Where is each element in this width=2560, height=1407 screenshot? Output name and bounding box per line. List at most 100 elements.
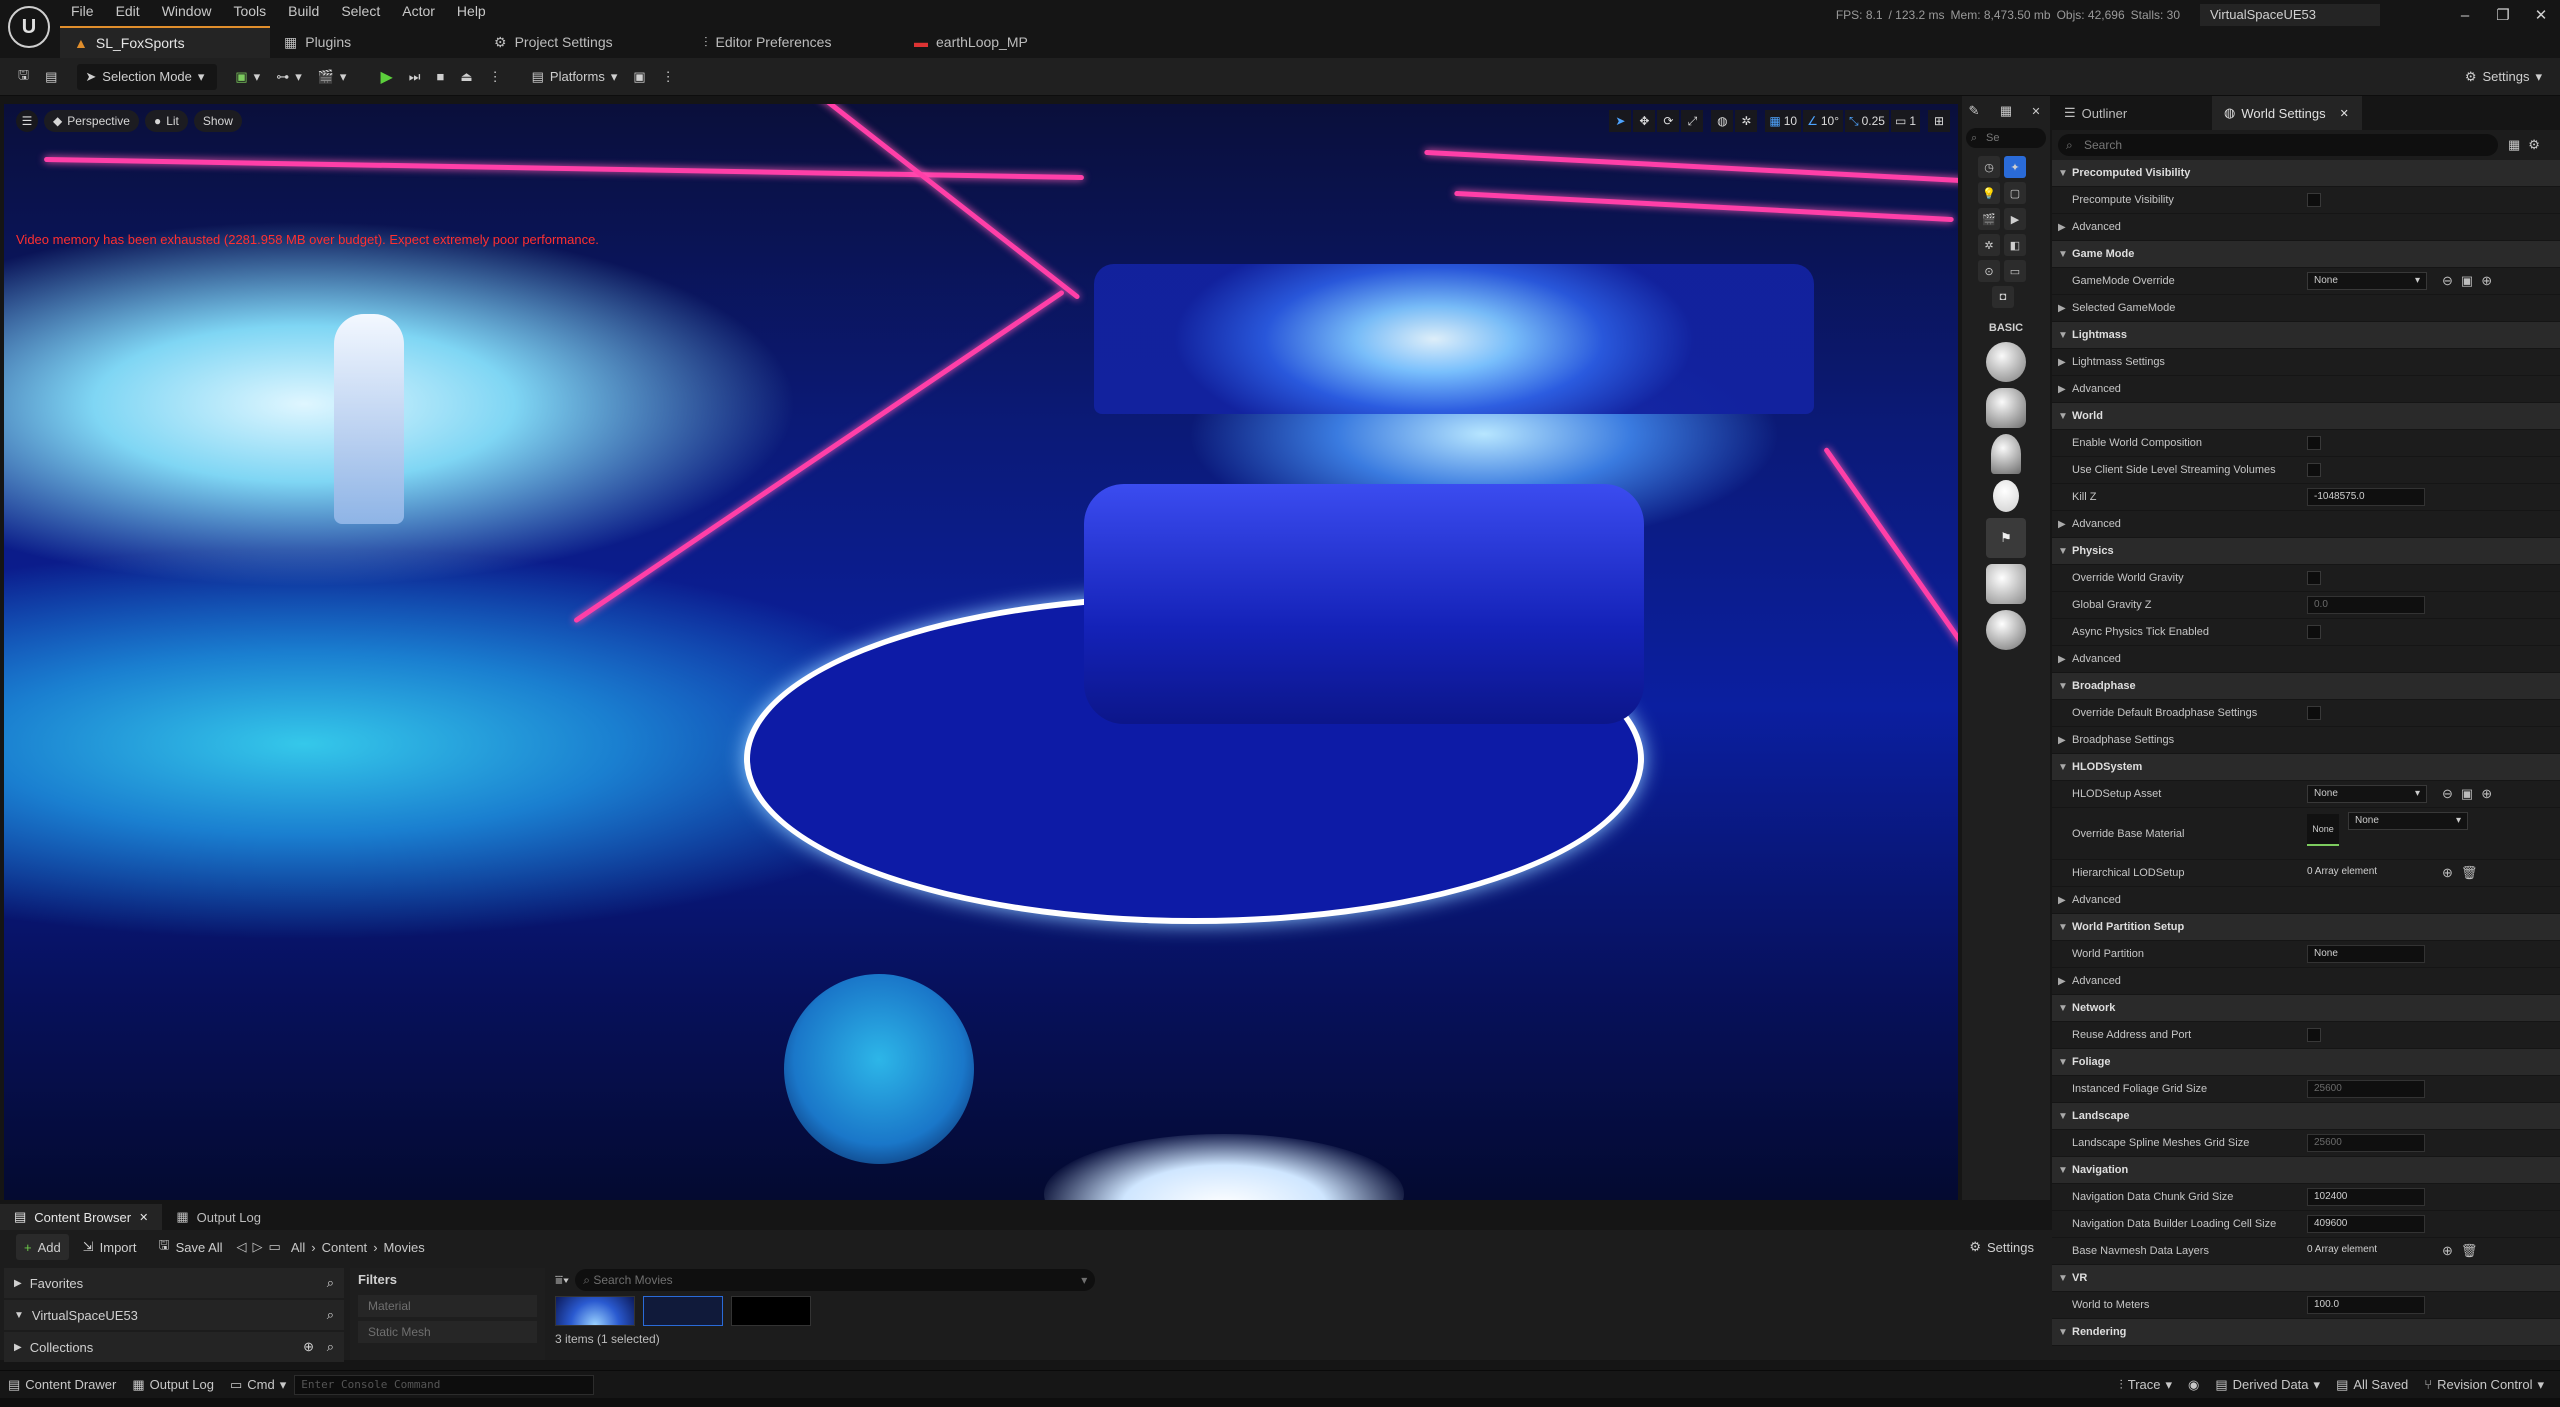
derived-data-button[interactable]: ▤ Derived Data ▾ bbox=[2207, 1371, 2328, 1399]
tab-sl-foxsports[interactable]: ▲ SL_FoxSports bbox=[60, 26, 270, 58]
material-dropdown[interactable]: None bbox=[2348, 812, 2468, 830]
revision-control-button[interactable]: ⑂ Revision Control ▾ bbox=[2416, 1371, 2552, 1399]
box-icon[interactable]: ▭ bbox=[2004, 260, 2026, 282]
table-view-icon[interactable]: ▦ bbox=[2508, 137, 2520, 153]
launch-icon[interactable]: ▣ bbox=[625, 64, 653, 90]
basic-icon[interactable]: ✦ bbox=[2004, 156, 2026, 178]
console-input[interactable]: Enter Console Command bbox=[294, 1374, 595, 1395]
collections-section[interactable]: ▶ Collections ⊕ ⌕ bbox=[4, 1332, 344, 1362]
property-section[interactable]: ▼ Foliage bbox=[2052, 1049, 2560, 1076]
browse-level-icon[interactable]: ▤ bbox=[37, 64, 65, 90]
close-icon[interactable]: ✕ bbox=[139, 1211, 148, 1224]
place-search-input[interactable]: ⌕ Se bbox=[1966, 128, 2046, 148]
add-button[interactable]: + Add bbox=[16, 1234, 69, 1260]
empty-actor-icon[interactable] bbox=[1986, 342, 2026, 382]
save-icon[interactable]: 🖫 bbox=[10, 64, 37, 90]
select-tool-icon[interactable]: ➤ bbox=[1609, 110, 1632, 132]
more-options-icon[interactable]: ⋮ bbox=[654, 64, 683, 90]
sphere-shape-icon[interactable] bbox=[1986, 610, 2026, 650]
place-actors-tab-icon[interactable]: ▦ bbox=[1986, 103, 2026, 119]
recent-icon[interactable]: ◷ bbox=[1978, 156, 2000, 178]
minimize-icon[interactable]: – bbox=[2446, 7, 2484, 24]
menu-help[interactable]: Help bbox=[446, 0, 497, 22]
add-actor-button[interactable]: ▣ ▾ bbox=[227, 64, 268, 90]
property-subcategory[interactable]: ▶ Selected GameMode bbox=[2052, 295, 2560, 322]
more-options-icon[interactable]: ⋮ bbox=[481, 64, 510, 90]
breadcrumb-all[interactable]: All bbox=[291, 1240, 305, 1255]
search-icon[interactable]: ⌕ bbox=[327, 1339, 334, 1355]
trace-button[interactable]: ⫶ Trace ▾ bbox=[2111, 1371, 2180, 1399]
delete-icon[interactable]: 🗑 bbox=[2461, 865, 2478, 881]
scale-snap-button[interactable]: ⤡ 0.25 bbox=[1845, 110, 1889, 132]
cube-shape-icon[interactable] bbox=[1986, 564, 2026, 604]
content-drawer-button[interactable]: ▤ Content Drawer bbox=[0, 1371, 124, 1399]
close-icon[interactable]: ✕ bbox=[2340, 107, 2349, 120]
cmd-button[interactable]: ▭ Cmd ▾ bbox=[222, 1371, 294, 1399]
property-section[interactable]: ▼ VR bbox=[2052, 1265, 2560, 1292]
asset-tile-selected[interactable] bbox=[643, 1296, 723, 1326]
cinematic-icon[interactable]: 🎬 bbox=[1978, 208, 2000, 230]
delete-icon[interactable]: 🗑 bbox=[2461, 1243, 2478, 1259]
volumes-icon[interactable]: ✲ bbox=[1978, 234, 2000, 256]
all-saved-button[interactable]: ▤ All Saved bbox=[2328, 1371, 2416, 1399]
property-dropdown[interactable]: None bbox=[2307, 785, 2427, 803]
settings-button[interactable]: ⚙ Settings ▾ bbox=[2457, 64, 2550, 90]
asset-tile-black[interactable] bbox=[731, 1296, 811, 1326]
cinematics-button[interactable]: 🎬 ▾ bbox=[310, 64, 355, 90]
property-checkbox[interactable] bbox=[2307, 1028, 2321, 1042]
property-checkbox[interactable] bbox=[2307, 193, 2321, 207]
add-element-icon[interactable]: ⊕ bbox=[2442, 865, 2453, 881]
output-log-button[interactable]: ▦ Output Log bbox=[124, 1371, 222, 1399]
blueprint-button[interactable]: ⊶ ▾ bbox=[268, 64, 310, 90]
empty-pawn-icon[interactable] bbox=[1991, 434, 2021, 474]
property-section[interactable]: ▼ Lightmass bbox=[2052, 322, 2560, 349]
player-start-icon[interactable]: ⚑ bbox=[1986, 518, 2026, 558]
property-section[interactable]: ▼ World Partition Setup bbox=[2052, 914, 2560, 941]
selection-mode-button[interactable]: ➤ Selection Mode ▾ bbox=[77, 63, 218, 90]
visual-effects-icon[interactable]: ▶ bbox=[2004, 208, 2026, 230]
show-flags-button[interactable]: Show bbox=[193, 110, 242, 132]
menu-edit[interactable]: Edit bbox=[105, 0, 151, 22]
property-section[interactable]: ▼ Rendering bbox=[2052, 1319, 2560, 1346]
empty-character-icon[interactable] bbox=[1986, 388, 2026, 428]
level-viewport[interactable]: ☰ ◆ Perspective ● Lit Show ➤ ✥ ⟳ ⤢ ◍ ✲ ▦… bbox=[4, 104, 1958, 1200]
tab-earthloop-mp[interactable]: ▬ earthLoop_MP bbox=[900, 26, 1110, 58]
property-dropdown[interactable]: None bbox=[2307, 272, 2427, 290]
save-all-button[interactable]: 🖫 Save All bbox=[150, 1234, 230, 1260]
folder-icon[interactable]: ▣ bbox=[2461, 786, 2473, 802]
property-checkbox[interactable] bbox=[2307, 436, 2321, 450]
layout-icon[interactable]: ⊞ bbox=[1928, 110, 1950, 132]
details-search-input[interactable]: ⌕ Search bbox=[2058, 134, 2498, 156]
menu-window[interactable]: Window bbox=[151, 0, 223, 22]
property-subcategory[interactable]: ▶ Lightmass Settings bbox=[2052, 349, 2560, 376]
add-collection-icon[interactable]: ⊕ bbox=[303, 1339, 314, 1355]
property-value-field[interactable]: -1048575.0 bbox=[2307, 488, 2425, 506]
close-icon[interactable]: ✕ bbox=[2522, 6, 2560, 24]
property-value-field[interactable]: 409600 bbox=[2307, 1215, 2425, 1233]
property-subcategory[interactable]: ▶ Broadphase Settings bbox=[2052, 727, 2560, 754]
breadcrumb-movies[interactable]: Movies bbox=[384, 1240, 425, 1255]
property-section[interactable]: ▼ Broadphase bbox=[2052, 673, 2560, 700]
property-section[interactable]: ▼ Landscape bbox=[2052, 1103, 2560, 1130]
menu-select[interactable]: Select bbox=[330, 0, 391, 22]
asset-search-input[interactable]: ⌕ Search Movies ▾ bbox=[575, 1269, 1096, 1291]
settings-icon[interactable]: ⚙ bbox=[2528, 137, 2540, 153]
close-icon[interactable]: ✕ bbox=[2026, 105, 2046, 118]
property-subcategory[interactable]: ▶ Advanced bbox=[2052, 376, 2560, 403]
unreal-logo-icon[interactable]: U bbox=[8, 6, 50, 48]
property-checkbox[interactable] bbox=[2307, 706, 2321, 720]
pencil-icon[interactable]: ✎ bbox=[1962, 103, 1986, 119]
lights-icon[interactable]: 💡 bbox=[1978, 182, 2000, 204]
browse-icon[interactable]: ⊖ bbox=[2442, 273, 2453, 289]
property-section[interactable]: ▼ Network bbox=[2052, 995, 2560, 1022]
property-checkbox[interactable] bbox=[2307, 625, 2321, 639]
search-icon[interactable]: ⌕ bbox=[327, 1275, 334, 1291]
property-value-field[interactable]: 102400 bbox=[2307, 1188, 2425, 1206]
cube-icon[interactable]: ◘ bbox=[1992, 286, 2014, 308]
property-section[interactable]: ▼ Precomputed Visibility bbox=[2052, 160, 2560, 187]
tab-editor-preferences[interactable]: ⫶ Editor Preferences bbox=[690, 26, 900, 58]
forward-icon[interactable]: ▷ bbox=[253, 1239, 263, 1255]
eject-icon[interactable]: ⏏ bbox=[452, 64, 480, 90]
breadcrumb-content[interactable]: Content bbox=[322, 1240, 368, 1255]
browse-icon[interactable]: ⊖ bbox=[2442, 786, 2453, 802]
